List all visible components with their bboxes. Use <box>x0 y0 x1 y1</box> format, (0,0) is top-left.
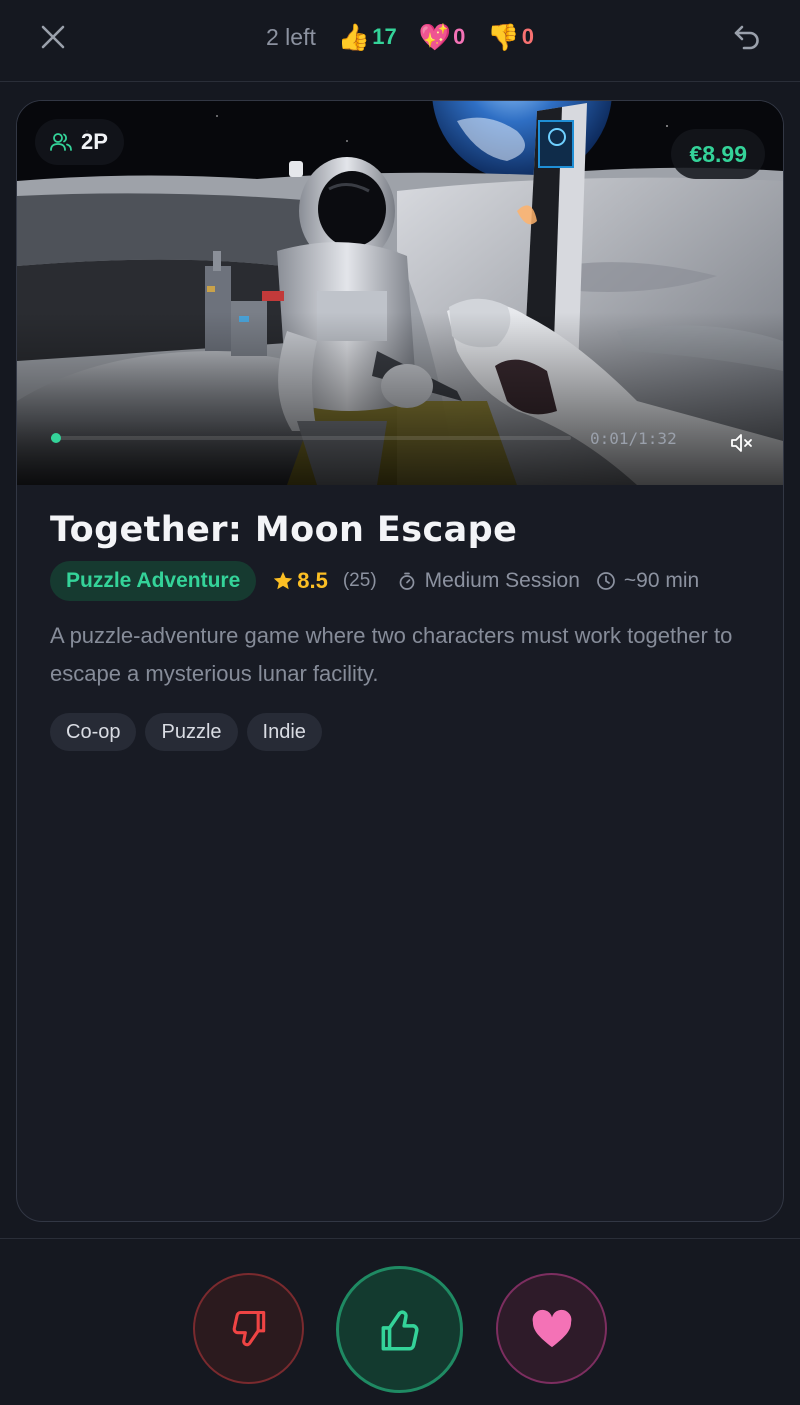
tag-chip[interactable]: Co-op <box>50 713 137 751</box>
tag-chip[interactable]: Puzzle <box>145 713 238 751</box>
genre-badge: Puzzle Adventure <box>50 561 257 601</box>
tag-chip[interactable]: Indie <box>246 713 322 751</box>
loves-count: 0 <box>453 24 466 49</box>
duration-label: ~90 min <box>623 569 700 592</box>
star-icon <box>274 571 293 590</box>
game-info: Together: Moon Escape Puzzle Adventure 8… <box>50 505 760 751</box>
players-badge: 2P <box>35 119 124 165</box>
remaining-count: 2 left <box>266 23 316 50</box>
top-bar: 2 left 👍 17 💖 0 👎 0 <box>0 0 800 82</box>
dislike-button[interactable] <box>193 1273 304 1384</box>
love-button[interactable] <box>496 1273 607 1384</box>
video-time: 0:01/1:32 <box>590 429 677 448</box>
swipe-counters: 2 left 👍 17 💖 0 👎 0 <box>0 18 800 56</box>
users-icon <box>50 133 72 151</box>
like-button[interactable] <box>336 1266 463 1393</box>
likes-count: 17 <box>372 24 397 49</box>
players-count: 2P <box>81 129 108 154</box>
undo-icon <box>734 25 759 50</box>
thumbs-down-emoji-icon: 👎 <box>487 22 520 52</box>
clock-icon <box>597 572 615 590</box>
sparkling-heart-emoji-icon: 💖 <box>418 22 452 52</box>
thumbs-down-icon <box>232 1310 265 1346</box>
video-progress-bar[interactable] <box>51 436 571 440</box>
rating: 8.5 (25) <box>272 568 377 594</box>
rating-score: 8.5 <box>297 568 328 593</box>
rating-count: (25) <box>342 570 377 591</box>
session-length: Medium Session <box>397 569 580 593</box>
action-bar <box>0 1238 800 1405</box>
game-meta: Puzzle Adventure 8.5 (25) Medium Session <box>50 561 760 601</box>
tag-list: Co-op Puzzle Indie <box>50 713 760 751</box>
dislikes-counter: 👎 0 <box>487 24 534 50</box>
video-progress-handle[interactable] <box>51 433 61 443</box>
speaker-muted-icon <box>731 434 752 452</box>
stopwatch-icon <box>399 572 415 590</box>
loves-counter: 💖 0 <box>419 24 466 50</box>
game-description: A puzzle-adventure game where two charac… <box>50 623 733 686</box>
video-preview[interactable]: 2P €8.99 0:01/1:32 <box>17 101 783 485</box>
thumbs-up-emoji-icon: 👍 <box>337 22 371 52</box>
thumbs-up-icon <box>381 1309 419 1351</box>
likes-counter: 👍 17 <box>338 24 397 50</box>
play-duration: ~90 min <box>596 569 699 593</box>
game-screenshot <box>17 101 783 485</box>
dislikes-count: 0 <box>521 24 534 49</box>
price-value: €8.99 <box>689 140 747 167</box>
heart-icon <box>532 1309 571 1347</box>
game-title: Together: Moon Escape <box>50 510 518 550</box>
price-badge: €8.99 <box>671 129 765 179</box>
session-label: Medium Session <box>424 569 580 592</box>
game-card[interactable]: 2P €8.99 0:01/1:32 Together: Moon Escape… <box>16 100 784 1222</box>
undo-button[interactable] <box>728 18 766 56</box>
mute-button[interactable] <box>729 431 757 455</box>
